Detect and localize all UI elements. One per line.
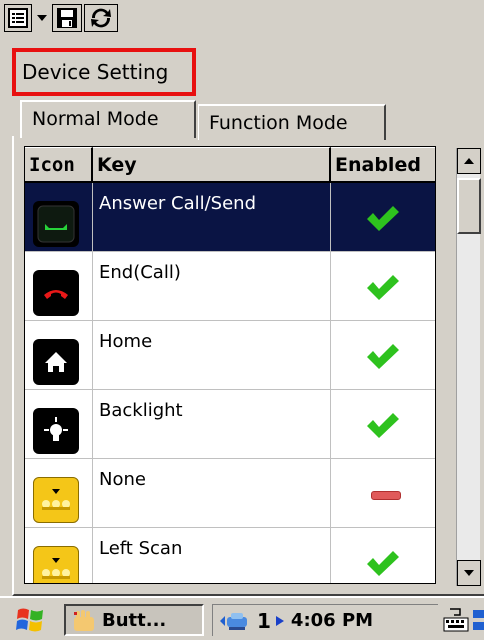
key-cell: Backlight <box>93 390 331 458</box>
vertical-scrollbar[interactable] <box>456 148 481 586</box>
key-cell: None <box>93 459 331 527</box>
scroll-down-button[interactable] <box>457 560 481 586</box>
key-cell: Left Scan <box>93 528 331 583</box>
refresh-icon[interactable] <box>84 4 118 32</box>
icon-cell <box>25 183 93 251</box>
task-button-label: Butt... <box>102 610 167 631</box>
enabled-cell[interactable] <box>331 528 435 583</box>
play-arrow-icon[interactable] <box>275 615 285 627</box>
menu-list-icon[interactable] <box>4 4 32 32</box>
column-header-key[interactable]: Key <box>93 147 331 183</box>
check-icon <box>367 551 399 576</box>
scroll-thumb[interactable] <box>457 178 481 234</box>
enabled-cell[interactable] <box>331 321 435 389</box>
enabled-cell[interactable] <box>331 252 435 320</box>
end-call-icon <box>33 270 79 316</box>
table-row[interactable]: End(Call) <box>25 252 435 321</box>
save-disk-icon[interactable] <box>52 4 82 32</box>
scroll-up-button[interactable] <box>457 148 481 174</box>
tab-normal-mode[interactable]: Normal Mode <box>20 100 196 138</box>
desktop-icon[interactable] <box>472 606 484 634</box>
enabled-cell[interactable] <box>331 459 435 527</box>
taskbar: Butt... 1 4:06 PM <box>0 596 484 640</box>
table-row[interactable]: None <box>25 459 435 528</box>
disabled-icon <box>371 491 401 500</box>
hand-app-icon <box>74 610 94 631</box>
windows-flag-icon <box>16 608 43 632</box>
chevron-down-icon[interactable] <box>34 4 50 32</box>
page-title: Device Setting <box>12 48 196 96</box>
tab-function-mode[interactable]: Function Mode <box>198 104 386 140</box>
table-row[interactable]: Left Scan <box>25 528 435 583</box>
column-header-icon[interactable]: Icon <box>25 147 93 183</box>
start-button[interactable] <box>14 604 48 636</box>
chevron-down-icon <box>464 570 474 576</box>
check-icon <box>367 275 399 300</box>
task-button-butt[interactable]: Butt... <box>64 604 204 636</box>
backlight-icon <box>33 408 79 454</box>
icon-cell <box>25 321 93 389</box>
home-icon <box>33 339 79 385</box>
icon-cell <box>25 252 93 320</box>
check-icon <box>367 206 399 231</box>
network-icon[interactable] <box>219 609 251 633</box>
grid-rows: Answer Call/Send End(Call) Home Backligh… <box>25 183 435 583</box>
key-cell: Home <box>93 321 331 389</box>
table-row[interactable]: Answer Call/Send <box>25 183 435 252</box>
table-row[interactable]: Home <box>25 321 435 390</box>
icon-cell <box>25 528 93 583</box>
chevron-up-icon <box>464 158 474 164</box>
grid-header: Icon Key Enabled <box>25 147 435 183</box>
icon-cell <box>25 459 93 527</box>
enabled-cell[interactable] <box>331 183 435 251</box>
table-row[interactable]: Backlight <box>25 390 435 459</box>
key-cell: End(Call) <box>93 252 331 320</box>
system-tray: 1 4:06 PM <box>212 604 438 636</box>
icon-cell <box>25 390 93 458</box>
check-icon <box>367 413 399 438</box>
top-toolbar <box>0 0 484 36</box>
left-scan-icon <box>33 546 79 583</box>
enabled-cell[interactable] <box>331 390 435 458</box>
keyboard-icon[interactable] <box>442 606 470 634</box>
tray-number[interactable]: 1 <box>257 609 271 633</box>
column-header-enabled[interactable]: Enabled <box>331 147 435 183</box>
key-settings-grid: Icon Key Enabled Answer Call/Send End(Ca… <box>24 146 436 584</box>
key-cell: Answer Call/Send <box>93 183 331 251</box>
check-icon <box>367 344 399 369</box>
clock[interactable]: 4:06 PM <box>291 610 373 631</box>
answer-call-icon <box>33 201 79 247</box>
none-key-icon <box>33 477 79 523</box>
